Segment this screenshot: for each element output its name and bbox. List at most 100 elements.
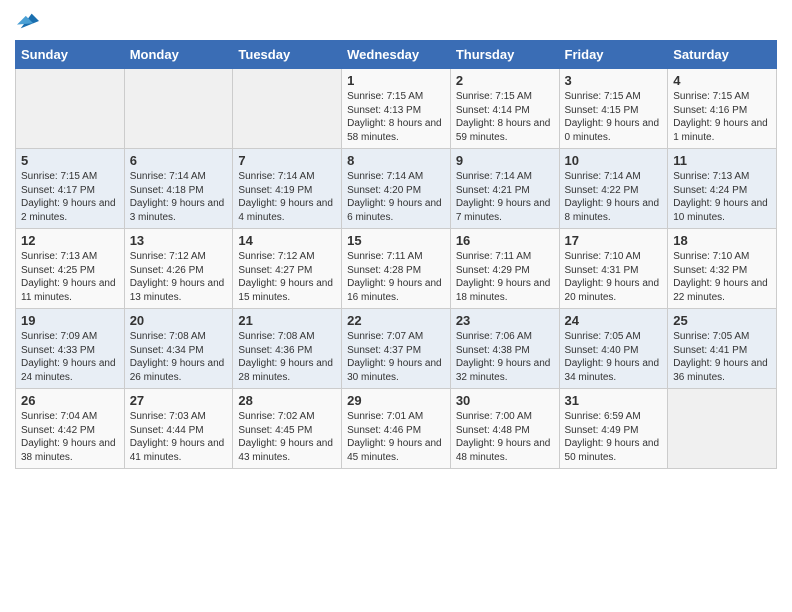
cell-info: Sunrise: 7:10 AM Sunset: 4:31 PM Dayligh… (565, 250, 663, 304)
weekday-header-cell: Tuesday (233, 41, 342, 69)
day-number: 9 (456, 153, 554, 168)
calendar-cell: 2 Sunrise: 7:15 AM Sunset: 4:14 PM Daylig… (450, 69, 559, 149)
cell-info: Sunrise: 7:14 AM Sunset: 4:19 PM Dayligh… (238, 170, 336, 224)
day-number: 17 (565, 233, 663, 248)
cell-info: Sunrise: 7:12 AM Sunset: 4:27 PM Dayligh… (238, 250, 336, 304)
day-number: 31 (565, 393, 663, 408)
day-number: 7 (238, 153, 336, 168)
calendar-cell: 4 Sunrise: 7:15 AM Sunset: 4:16 PM Daylig… (668, 69, 777, 149)
day-number: 14 (238, 233, 336, 248)
cell-info: Sunrise: 7:01 AM Sunset: 4:46 PM Dayligh… (347, 410, 445, 464)
day-number: 3 (565, 73, 663, 88)
cell-info: Sunrise: 7:05 AM Sunset: 4:41 PM Dayligh… (673, 330, 771, 384)
calendar-cell (124, 69, 233, 149)
calendar-body: 1Sunrise: 7:15 AM Sunset: 4:13 PM Daylig… (16, 69, 777, 469)
cell-info: Sunrise: 7:06 AM Sunset: 4:38 PM Dayligh… (456, 330, 554, 384)
cell-info: Sunrise: 7:05 AM Sunset: 4:40 PM Dayligh… (565, 330, 663, 384)
day-number: 4 (673, 73, 771, 88)
cell-info: Sunrise: 7:11 AM Sunset: 4:28 PM Dayligh… (347, 250, 445, 304)
day-number: 8 (347, 153, 445, 168)
cell-info: Sunrise: 7:04 AM Sunset: 4:42 PM Dayligh… (21, 410, 119, 464)
cell-info: Sunrise: 7:08 AM Sunset: 4:34 PM Dayligh… (130, 330, 228, 384)
cell-info: Sunrise: 7:14 AM Sunset: 4:21 PM Dayligh… (456, 170, 554, 224)
day-number: 29 (347, 393, 445, 408)
calendar-cell: 13 Sunrise: 7:12 AM Sunset: 4:26 PM Dayli… (124, 229, 233, 309)
calendar-cell: 25Sunrise: 7:05 AM Sunset: 4:41 PM Dayli… (668, 309, 777, 389)
calendar-cell: 27Sunrise: 7:03 AM Sunset: 4:44 PM Dayli… (124, 389, 233, 469)
calendar-cell: 9 Sunrise: 7:14 AM Sunset: 4:21 PM Daylig… (450, 149, 559, 229)
cell-info: Sunrise: 7:11 AM Sunset: 4:29 PM Dayligh… (456, 250, 554, 304)
cell-info: Sunrise: 7:15 AM Sunset: 4:16 PM Dayligh… (673, 90, 771, 144)
calendar-cell: 16 Sunrise: 7:11 AM Sunset: 4:29 PM Dayli… (450, 229, 559, 309)
calendar-cell (233, 69, 342, 149)
calendar-table: SundayMondayTuesdayWednesdayThursdayFrid… (15, 40, 777, 469)
calendar-cell: 18Sunrise: 7:10 AM Sunset: 4:32 PM Dayli… (668, 229, 777, 309)
calendar-cell: 7 Sunrise: 7:14 AM Sunset: 4:19 PM Daylig… (233, 149, 342, 229)
day-number: 13 (130, 233, 228, 248)
calendar-cell: 24 Sunrise: 7:05 AM Sunset: 4:40 PM Dayli… (559, 309, 668, 389)
calendar-cell: 26Sunrise: 7:04 AM Sunset: 4:42 PM Dayli… (16, 389, 125, 469)
cell-info: Sunrise: 7:15 AM Sunset: 4:14 PM Dayligh… (456, 90, 554, 144)
cell-info: Sunrise: 7:13 AM Sunset: 4:24 PM Dayligh… (673, 170, 771, 224)
cell-info: Sunrise: 7:08 AM Sunset: 4:36 PM Dayligh… (238, 330, 336, 384)
cell-info: Sunrise: 7:14 AM Sunset: 4:18 PM Dayligh… (130, 170, 228, 224)
cell-info: Sunrise: 7:09 AM Sunset: 4:33 PM Dayligh… (21, 330, 119, 384)
weekday-header-cell: Friday (559, 41, 668, 69)
day-number: 6 (130, 153, 228, 168)
page-header (15, 10, 777, 32)
logo (15, 10, 39, 32)
day-number: 5 (21, 153, 119, 168)
calendar-cell (668, 389, 777, 469)
calendar-cell: 3 Sunrise: 7:15 AM Sunset: 4:15 PM Daylig… (559, 69, 668, 149)
weekday-header-row: SundayMondayTuesdayWednesdayThursdayFrid… (16, 41, 777, 69)
logo-icon (17, 10, 39, 32)
day-number: 16 (456, 233, 554, 248)
day-number: 23 (456, 313, 554, 328)
calendar-cell: 6 Sunrise: 7:14 AM Sunset: 4:18 PM Daylig… (124, 149, 233, 229)
day-number: 28 (238, 393, 336, 408)
cell-info: Sunrise: 7:14 AM Sunset: 4:20 PM Dayligh… (347, 170, 445, 224)
day-number: 20 (130, 313, 228, 328)
day-number: 10 (565, 153, 663, 168)
day-number: 2 (456, 73, 554, 88)
day-number: 1 (347, 73, 445, 88)
cell-info: Sunrise: 7:07 AM Sunset: 4:37 PM Dayligh… (347, 330, 445, 384)
calendar-cell: 21 Sunrise: 7:08 AM Sunset: 4:36 PM Dayli… (233, 309, 342, 389)
calendar-cell: 11 Sunrise: 7:13 AM Sunset: 4:24 PM Dayli… (668, 149, 777, 229)
calendar-cell: 28 Sunrise: 7:02 AM Sunset: 4:45 PM Dayli… (233, 389, 342, 469)
calendar-cell: 22 Sunrise: 7:07 AM Sunset: 4:37 PM Dayli… (342, 309, 451, 389)
calendar-cell: 15Sunrise: 7:11 AM Sunset: 4:28 PM Dayli… (342, 229, 451, 309)
weekday-header-cell: Thursday (450, 41, 559, 69)
calendar-cell: 19 Sunrise: 7:09 AM Sunset: 4:33 PM Dayli… (16, 309, 125, 389)
calendar-cell: 23 Sunrise: 7:06 AM Sunset: 4:38 PM Dayli… (450, 309, 559, 389)
calendar-week-row: 12Sunrise: 7:13 AM Sunset: 4:25 PM Dayli… (16, 229, 777, 309)
day-number: 12 (21, 233, 119, 248)
calendar-cell: 12Sunrise: 7:13 AM Sunset: 4:25 PM Dayli… (16, 229, 125, 309)
calendar-cell (16, 69, 125, 149)
calendar-week-row: 26Sunrise: 7:04 AM Sunset: 4:42 PM Dayli… (16, 389, 777, 469)
calendar-cell: 1Sunrise: 7:15 AM Sunset: 4:13 PM Daylig… (342, 69, 451, 149)
weekday-header-cell: Saturday (668, 41, 777, 69)
calendar-week-row: 5 Sunrise: 7:15 AM Sunset: 4:17 PM Daylig… (16, 149, 777, 229)
calendar-cell: 10 Sunrise: 7:14 AM Sunset: 4:22 PM Dayli… (559, 149, 668, 229)
day-number: 27 (130, 393, 228, 408)
calendar-cell: 17 Sunrise: 7:10 AM Sunset: 4:31 PM Dayli… (559, 229, 668, 309)
cell-info: Sunrise: 6:59 AM Sunset: 4:49 PM Dayligh… (565, 410, 663, 464)
cell-info: Sunrise: 7:02 AM Sunset: 4:45 PM Dayligh… (238, 410, 336, 464)
cell-info: Sunrise: 7:15 AM Sunset: 4:15 PM Dayligh… (565, 90, 663, 144)
calendar-cell: 5 Sunrise: 7:15 AM Sunset: 4:17 PM Daylig… (16, 149, 125, 229)
calendar-cell: 31 Sunrise: 6:59 AM Sunset: 4:49 PM Dayli… (559, 389, 668, 469)
day-number: 21 (238, 313, 336, 328)
day-number: 18 (673, 233, 771, 248)
cell-info: Sunrise: 7:12 AM Sunset: 4:26 PM Dayligh… (130, 250, 228, 304)
day-number: 24 (565, 313, 663, 328)
day-number: 22 (347, 313, 445, 328)
calendar-week-row: 19 Sunrise: 7:09 AM Sunset: 4:33 PM Dayli… (16, 309, 777, 389)
calendar-cell: 30Sunrise: 7:00 AM Sunset: 4:48 PM Dayli… (450, 389, 559, 469)
day-number: 30 (456, 393, 554, 408)
day-number: 19 (21, 313, 119, 328)
cell-info: Sunrise: 7:15 AM Sunset: 4:17 PM Dayligh… (21, 170, 119, 224)
day-number: 11 (673, 153, 771, 168)
cell-info: Sunrise: 7:14 AM Sunset: 4:22 PM Dayligh… (565, 170, 663, 224)
weekday-header-cell: Sunday (16, 41, 125, 69)
